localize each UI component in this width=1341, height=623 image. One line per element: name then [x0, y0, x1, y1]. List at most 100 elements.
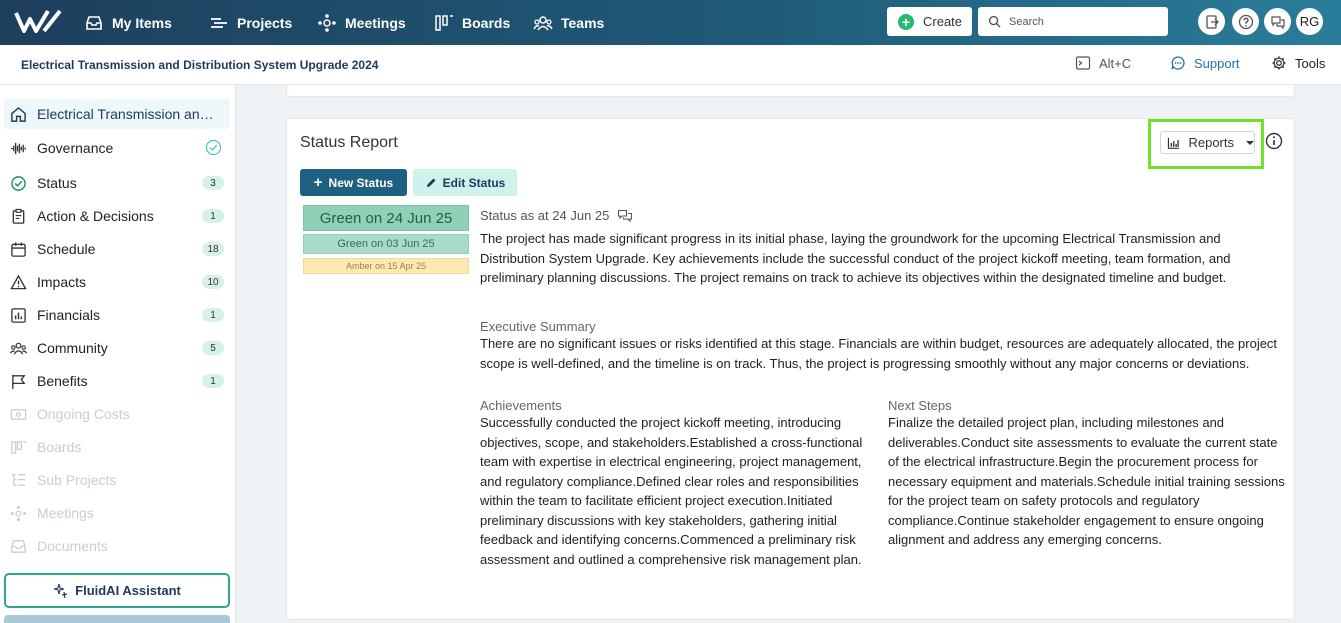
ai-assistant-label: FluidAI Assistant: [75, 583, 181, 598]
status-summary-text: The project has made significant progres…: [480, 231, 1231, 285]
create-button[interactable]: + Create: [887, 7, 972, 36]
new-status-button[interactable]: + New Status: [300, 169, 407, 196]
nav-teams[interactable]: Teams: [533, 0, 604, 45]
edit-status-label: Edit Status: [442, 175, 506, 190]
executive-summary-label: Executive Summary: [480, 319, 596, 334]
sidebar-item-community[interactable]: Community 5: [4, 333, 230, 363]
nav-label: Projects: [237, 14, 293, 31]
app-logo-icon[interactable]: [14, 7, 64, 37]
top-navigation-bar: My Items Projects Meetings Boards Teams …: [0, 0, 1341, 45]
terminal-icon: [1075, 56, 1091, 70]
project-title: Electrical Transmission and Distribution…: [21, 58, 379, 72]
help-button[interactable]: [1232, 8, 1259, 35]
teams-icon: [533, 15, 553, 30]
nav-meetings[interactable]: Meetings: [317, 0, 406, 45]
sidebar-item-governance[interactable]: Governance: [4, 133, 230, 163]
inbox-icon: [11, 539, 26, 553]
ai-sparkle-icon: [54, 583, 68, 598]
search-input[interactable]: [1009, 15, 1159, 28]
search-box[interactable]: [978, 7, 1168, 36]
info-icon[interactable]: [1265, 132, 1283, 150]
projects-icon: [211, 17, 227, 28]
project-sidebar: Electrical Transmission and Distribution…: [0, 85, 236, 623]
count-badge: 1: [202, 308, 224, 322]
count-badge: 18: [202, 242, 224, 256]
inbox-icon: [86, 15, 102, 30]
nav-my-items[interactable]: My Items: [84, 0, 172, 45]
chat-icon: [1270, 15, 1285, 29]
sidebar-item-label: Sub Projects: [37, 472, 117, 488]
pencil-icon: [426, 178, 436, 187]
bar-chart-icon: [1167, 137, 1180, 149]
status-date-heading: Status as at 24 Jun 25: [480, 208, 633, 223]
sidebar-item-documents[interactable]: Documents: [4, 531, 230, 561]
money-icon: [10, 408, 27, 420]
sidebar-item-label: Boards: [37, 439, 82, 455]
sidebar-item-label: Status: [37, 175, 77, 191]
sidebar-item-meetings[interactable]: Meetings: [4, 498, 230, 528]
executive-summary-text: There are no significant issues or risks…: [480, 336, 1278, 371]
tools-label: Tools: [1295, 55, 1326, 71]
project-header: Electrical Transmission and Distribution…: [0, 45, 1341, 85]
count-badge: 5: [202, 341, 224, 355]
sidebar-item-label: Meetings: [37, 505, 94, 521]
sidebar-item-label: Ongoing Costs: [37, 406, 130, 422]
support-label: Support: [1194, 55, 1240, 71]
sidebar-item-status[interactable]: Status 3: [4, 168, 230, 198]
count-badge: 1: [202, 209, 224, 223]
support-button[interactable]: Support: [1170, 55, 1240, 71]
status-history-item[interactable]: Amber on 15 Apr 25: [303, 258, 469, 274]
sidebar-item-label: Financials: [37, 307, 101, 323]
previous-card: [286, 85, 1295, 97]
nav-boards[interactable]: Boards: [434, 0, 510, 45]
sidebar-item-financials[interactable]: Financials 1: [4, 300, 230, 330]
reports-dropdown-button[interactable]: Reports: [1160, 131, 1255, 154]
status-history-item[interactable]: Green on 24 Jun 25: [303, 205, 469, 231]
achievements-text: Successfully conducted the project kicko…: [480, 415, 863, 567]
support-chat-icon: [1171, 56, 1185, 70]
sidebar-item-label: Action & Decisions: [37, 208, 154, 224]
sidebar-item-label: Community: [37, 340, 108, 356]
meetings-icon: [318, 13, 336, 32]
sidebar-item-action-decisions[interactable]: Action & Decisions 1: [4, 201, 230, 231]
nav-projects[interactable]: Projects: [209, 0, 292, 45]
comments-icon[interactable]: [617, 209, 633, 223]
tools-button[interactable]: Tools: [1271, 55, 1325, 71]
sidebar-item-boards[interactable]: Boards: [4, 432, 230, 462]
flag-icon: [12, 374, 26, 389]
chat-button[interactable]: [1264, 8, 1291, 35]
sidebar-item-label: Schedule: [37, 241, 96, 257]
boards-icon: [11, 440, 27, 454]
count-badge: 1: [202, 374, 224, 388]
edit-status-button[interactable]: Edit Status: [413, 169, 517, 196]
plus-icon: +: [313, 174, 323, 191]
reports-label: Reports: [1188, 135, 1234, 150]
sidebar-item-impacts[interactable]: Impacts 10: [4, 267, 230, 297]
sidebar-item-sub-projects[interactable]: Sub Projects: [4, 465, 230, 495]
gear-icon: [1272, 56, 1286, 70]
status-as-at-label: Status as at 24 Jun 25: [480, 208, 610, 223]
search-icon: [988, 15, 1001, 28]
sidebar-item-label: Impacts: [37, 274, 87, 290]
fluidai-assistant-button[interactable]: FluidAI Assistant: [4, 573, 230, 608]
achievements-label: Achievements: [480, 398, 562, 413]
status-history-item[interactable]: Green on 03 Jun 25: [303, 234, 469, 254]
sidebar-item-ongoing-costs[interactable]: Ongoing Costs: [4, 399, 230, 429]
create-label: Create: [923, 14, 963, 29]
plus-icon: +: [898, 13, 914, 30]
logout-button[interactable]: [1198, 8, 1225, 35]
sidebar-item-benefits[interactable]: Benefits 1: [4, 366, 230, 396]
keyboard-shortcut-button[interactable]: Alt+C: [1075, 55, 1131, 71]
nav-label: Boards: [462, 14, 511, 31]
user-avatar[interactable]: RG: [1296, 8, 1323, 35]
nav-label: Teams: [561, 14, 605, 31]
help-icon: [1238, 14, 1253, 29]
nav-label: Meetings: [345, 14, 406, 31]
sidebar-item-schedule[interactable]: Schedule 18: [4, 234, 230, 264]
sidebar-footer-bar: [4, 615, 230, 623]
count-badge: 10: [202, 275, 224, 289]
status-report-title: Status Report: [300, 134, 398, 151]
warning-icon: [10, 274, 27, 289]
bar-chart-icon: [11, 307, 26, 323]
sidebar-item-project-home[interactable]: Electrical Transmission and Distribution…: [4, 99, 230, 129]
